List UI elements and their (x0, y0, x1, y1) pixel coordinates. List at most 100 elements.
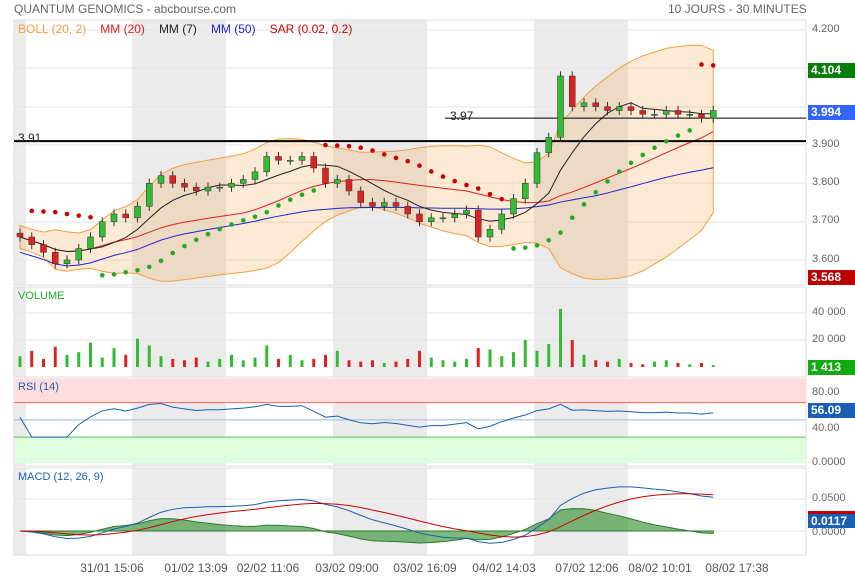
candle (193, 186, 200, 192)
sar-dot (628, 160, 634, 166)
volume-bar (124, 354, 128, 367)
x-tick: 07/02 12:06 (555, 561, 619, 575)
sar-dot (464, 182, 469, 188)
candle (204, 186, 212, 192)
volume-bar (65, 354, 69, 367)
x-tick: 03/02 16:09 (393, 561, 457, 575)
sar-dot (252, 214, 258, 219)
volume-bar (488, 349, 492, 367)
volume-tick: 20 000 (812, 333, 846, 345)
sar-dot (675, 133, 681, 138)
volume-bar (347, 360, 351, 367)
candle (157, 175, 165, 184)
candle (475, 209, 482, 238)
candle (439, 217, 447, 220)
price-tick: 3.600 (812, 253, 840, 265)
sar-dot (146, 264, 152, 270)
volume-bar (582, 354, 586, 367)
volume-bar (676, 362, 680, 367)
sar-dot (605, 179, 610, 184)
level-3.91: 3.91 (18, 131, 42, 145)
candle (533, 152, 541, 184)
sar-dot (64, 211, 70, 217)
volume-bar (18, 356, 22, 367)
macd-label: MACD (12, 26, 9) (18, 471, 104, 483)
sar-dot (440, 174, 446, 179)
rsi-tick: 40.00 (812, 422, 840, 434)
candle (569, 75, 576, 107)
volume-bar (429, 357, 433, 367)
sar-dot (334, 143, 340, 148)
candle (216, 186, 223, 189)
rsi-overbought-zone (14, 379, 806, 403)
sar-dot (264, 209, 270, 215)
sar-dot (76, 213, 82, 218)
legend-sar[interactable]: SAR (0.02, 0.2) (270, 22, 353, 36)
volume-badge: 1 413 (808, 360, 855, 375)
sar-dot (135, 267, 140, 273)
sar-dot (687, 128, 693, 133)
sar-dot (276, 203, 281, 208)
candle (604, 106, 611, 111)
legend-mm20[interactable]: MM (20) (100, 22, 145, 36)
volume-bar (512, 352, 515, 367)
candle (392, 202, 400, 207)
sar-dot (569, 215, 575, 221)
sar-dot (428, 169, 434, 174)
volume-bar (406, 358, 410, 367)
candle (28, 236, 35, 245)
candle (287, 160, 294, 162)
candle (651, 114, 658, 116)
volume-bar (147, 345, 151, 367)
candle (322, 167, 329, 184)
volume-bar (277, 358, 280, 367)
sar-dot (205, 231, 211, 237)
session-band (132, 468, 226, 555)
sar-dot (182, 243, 187, 249)
candle (580, 102, 588, 107)
x-tick: 31/01 15:06 (80, 561, 144, 575)
candle (345, 179, 353, 192)
volume-bar (324, 354, 327, 367)
sar-dot (52, 209, 58, 215)
candle (627, 106, 635, 111)
sar-dot (358, 145, 364, 150)
sar-dot (323, 142, 328, 148)
sar-dot (499, 196, 505, 202)
candle (545, 137, 552, 153)
legend-mm7[interactable]: MM (7) (159, 22, 197, 36)
candle (275, 156, 282, 161)
candle (40, 244, 47, 253)
volume-bar (183, 360, 186, 367)
macd-tick: 0.0500 (812, 492, 846, 504)
legend-mm50[interactable]: MM (50) (211, 22, 256, 36)
volume-bar (112, 348, 116, 367)
rsi-label: RSI (14) (18, 381, 59, 393)
sar-dot (346, 143, 352, 149)
candle (369, 202, 376, 207)
sar-dot (99, 273, 105, 278)
candle (522, 183, 529, 199)
volume-bar (641, 364, 645, 367)
candle (334, 179, 341, 184)
volume-bar (218, 358, 222, 367)
volume-bar (89, 342, 92, 367)
volume-bar (30, 350, 34, 367)
candle (381, 202, 388, 207)
sar-dot (287, 197, 293, 202)
sar-dot (229, 222, 234, 227)
candle (134, 206, 141, 219)
volume-bar (535, 350, 539, 367)
x-tick: 04/02 14:03 (472, 561, 536, 575)
sar-dot (370, 148, 375, 153)
candle (463, 209, 470, 215)
sar-dot (663, 139, 669, 144)
low-badge: 3.568 (808, 270, 855, 285)
sar-dot (511, 246, 516, 251)
volume-bar (441, 360, 445, 367)
legend-boll[interactable]: BOLL (20, 2) (18, 22, 86, 36)
volume-bar (606, 361, 609, 367)
candle (616, 106, 623, 111)
volume-bar (194, 357, 198, 367)
sar-dot (475, 186, 481, 191)
